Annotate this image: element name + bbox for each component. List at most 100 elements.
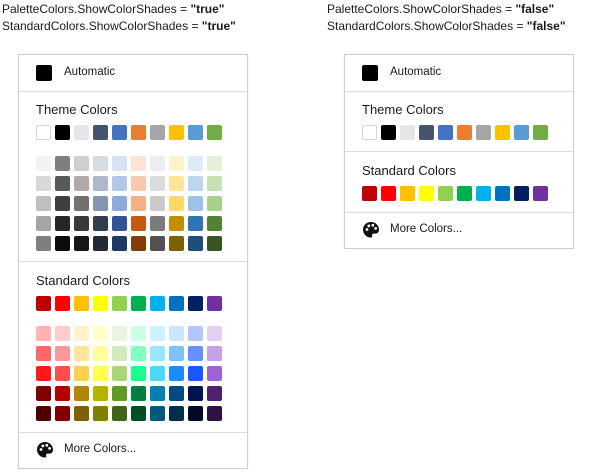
color-swatch[interactable] xyxy=(93,386,108,401)
color-swatch[interactable] xyxy=(207,326,222,341)
color-swatch[interactable] xyxy=(36,176,51,191)
color-swatch[interactable] xyxy=(495,125,510,140)
color-swatch[interactable] xyxy=(438,125,453,140)
color-swatch[interactable] xyxy=(400,125,415,140)
color-swatch[interactable] xyxy=(169,366,184,381)
color-swatch[interactable] xyxy=(74,326,89,341)
color-swatch[interactable] xyxy=(74,386,89,401)
color-swatch[interactable] xyxy=(74,346,89,361)
color-swatch[interactable] xyxy=(131,296,146,311)
color-swatch[interactable] xyxy=(150,366,165,381)
color-swatch[interactable] xyxy=(36,216,51,231)
color-swatch[interactable] xyxy=(188,346,203,361)
color-swatch[interactable] xyxy=(188,216,203,231)
color-swatch[interactable] xyxy=(188,125,203,140)
color-swatch[interactable] xyxy=(55,326,70,341)
color-swatch[interactable] xyxy=(93,156,108,171)
color-swatch[interactable] xyxy=(131,196,146,211)
color-swatch[interactable] xyxy=(169,346,184,361)
color-swatch[interactable] xyxy=(74,176,89,191)
color-swatch[interactable] xyxy=(112,346,127,361)
color-swatch[interactable] xyxy=(36,386,51,401)
color-swatch[interactable] xyxy=(112,296,127,311)
color-swatch[interactable] xyxy=(93,326,108,341)
color-swatch[interactable] xyxy=(188,296,203,311)
color-swatch[interactable] xyxy=(533,186,548,201)
color-swatch[interactable] xyxy=(207,406,222,421)
color-swatch[interactable] xyxy=(131,216,146,231)
color-swatch[interactable] xyxy=(112,366,127,381)
color-swatch[interactable] xyxy=(150,296,165,311)
color-swatch[interactable] xyxy=(169,176,184,191)
color-swatch[interactable] xyxy=(93,296,108,311)
color-swatch[interactable] xyxy=(55,296,70,311)
color-swatch[interactable] xyxy=(419,125,434,140)
color-swatch[interactable] xyxy=(74,406,89,421)
color-swatch[interactable] xyxy=(150,156,165,171)
color-swatch[interactable] xyxy=(476,125,491,140)
color-swatch[interactable] xyxy=(207,366,222,381)
color-swatch[interactable] xyxy=(381,186,396,201)
color-swatch[interactable] xyxy=(55,406,70,421)
color-swatch[interactable] xyxy=(131,176,146,191)
color-swatch[interactable] xyxy=(55,346,70,361)
color-swatch[interactable] xyxy=(169,156,184,171)
color-swatch[interactable] xyxy=(169,125,184,140)
color-swatch[interactable] xyxy=(514,186,529,201)
more-colors-button[interactable]: More Colors... xyxy=(19,433,247,467)
color-swatch[interactable] xyxy=(112,125,127,140)
color-swatch[interactable] xyxy=(150,346,165,361)
color-swatch[interactable] xyxy=(207,386,222,401)
color-swatch[interactable] xyxy=(150,216,165,231)
color-swatch[interactable] xyxy=(36,236,51,251)
color-swatch[interactable] xyxy=(362,125,377,140)
color-swatch[interactable] xyxy=(150,196,165,211)
color-swatch[interactable] xyxy=(112,406,127,421)
color-swatch[interactable] xyxy=(419,186,434,201)
color-swatch[interactable] xyxy=(400,186,415,201)
color-swatch[interactable] xyxy=(55,176,70,191)
color-swatch[interactable] xyxy=(169,236,184,251)
color-swatch[interactable] xyxy=(55,386,70,401)
color-swatch[interactable] xyxy=(93,366,108,381)
color-swatch[interactable] xyxy=(55,236,70,251)
color-swatch[interactable] xyxy=(207,196,222,211)
color-swatch[interactable] xyxy=(112,196,127,211)
color-swatch[interactable] xyxy=(495,186,510,201)
color-swatch[interactable] xyxy=(188,386,203,401)
color-swatch[interactable] xyxy=(188,326,203,341)
color-swatch[interactable] xyxy=(93,196,108,211)
color-swatch[interactable] xyxy=(112,156,127,171)
color-swatch[interactable] xyxy=(438,186,453,201)
color-swatch[interactable] xyxy=(169,386,184,401)
color-swatch[interactable] xyxy=(131,326,146,341)
color-swatch[interactable] xyxy=(150,125,165,140)
color-swatch[interactable] xyxy=(93,346,108,361)
color-swatch[interactable] xyxy=(188,236,203,251)
automatic-option[interactable]: Automatic xyxy=(345,55,573,91)
color-swatch[interactable] xyxy=(150,406,165,421)
color-swatch[interactable] xyxy=(188,406,203,421)
color-swatch[interactable] xyxy=(131,366,146,381)
color-swatch[interactable] xyxy=(381,125,396,140)
color-swatch[interactable] xyxy=(150,386,165,401)
color-swatch[interactable] xyxy=(476,186,491,201)
color-swatch[interactable] xyxy=(93,236,108,251)
color-swatch[interactable] xyxy=(207,216,222,231)
color-swatch[interactable] xyxy=(131,125,146,140)
color-swatch[interactable] xyxy=(74,366,89,381)
color-swatch[interactable] xyxy=(207,176,222,191)
color-swatch[interactable] xyxy=(188,366,203,381)
color-swatch[interactable] xyxy=(93,176,108,191)
color-swatch[interactable] xyxy=(533,125,548,140)
color-swatch[interactable] xyxy=(55,366,70,381)
color-swatch[interactable] xyxy=(457,125,472,140)
color-swatch[interactable] xyxy=(74,216,89,231)
color-swatch[interactable] xyxy=(150,236,165,251)
color-swatch[interactable] xyxy=(93,125,108,140)
color-swatch[interactable] xyxy=(169,406,184,421)
color-swatch[interactable] xyxy=(207,296,222,311)
color-swatch[interactable] xyxy=(55,156,70,171)
color-swatch[interactable] xyxy=(169,216,184,231)
color-swatch[interactable] xyxy=(169,326,184,341)
